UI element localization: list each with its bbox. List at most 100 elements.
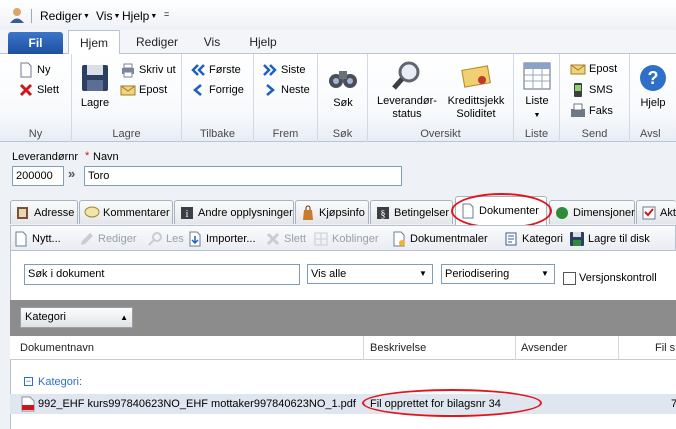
envelope-icon <box>570 64 586 75</box>
group-send: Epost SMS Faks Send <box>560 54 630 142</box>
quick-vis-menu[interactable]: Vis▼ <box>96 9 120 23</box>
leverandornr-input[interactable]: 200000 <box>12 166 64 186</box>
leverandorstatus-button[interactable]: Leverandør-status <box>372 60 442 121</box>
nav-arrows-icon[interactable]: » <box>68 166 75 181</box>
kredittsjekk-button[interactable]: Kredittsjekk Soliditet <box>442 60 510 121</box>
forste-button[interactable]: Første <box>190 60 241 80</box>
documents-toolbar: Nytt... Rediger Les Importer... Slett Ko… <box>10 225 676 251</box>
import-icon <box>189 231 201 247</box>
slett-doc-button[interactable]: Slett <box>265 230 306 248</box>
send-epost-button[interactable]: Epost <box>570 59 617 79</box>
les-button[interactable]: Les <box>147 230 184 248</box>
customize-qat-icon[interactable]: = <box>164 9 169 19</box>
tab-dimensjoner[interactable]: Dimensjoner <box>549 200 635 224</box>
magnifier-icon <box>392 61 420 90</box>
read-magnifier-icon <box>148 232 162 246</box>
user-icon[interactable] <box>8 6 26 24</box>
importer-button[interactable]: Importer... <box>187 230 256 248</box>
lagre-button[interactable]: Lagre <box>78 62 112 110</box>
shopping-bag-icon <box>303 205 313 220</box>
ribbon-tab-row: Fil Hjem Rediger Vis Hjelp <box>0 30 676 55</box>
send-faks-button[interactable]: Faks <box>570 101 613 121</box>
search-document-input[interactable]: Søk i dokument <box>24 264 300 285</box>
required-mark: * <box>85 150 90 162</box>
delete-x-icon <box>266 232 280 246</box>
lagre-til-disk-button[interactable]: Lagre til disk <box>569 230 650 248</box>
rediger-doc-button[interactable]: Rediger <box>79 230 137 248</box>
collapse-group-icon[interactable]: − <box>24 377 33 386</box>
certificate-icon <box>461 65 491 88</box>
save-disk-icon <box>570 232 584 246</box>
tab-aktiviteter[interactable]: Akti <box>636 200 676 224</box>
siste-button[interactable]: Siste <box>262 60 305 80</box>
tab-fil[interactable]: Fil <box>8 32 63 54</box>
liste-button[interactable]: Liste ▼ <box>518 60 556 122</box>
group-chip-kategori[interactable]: Kategori ▲ <box>20 307 133 328</box>
navn-label: Navn <box>93 151 119 163</box>
slett-button[interactable]: Slett <box>18 80 59 100</box>
envelope-icon <box>120 85 136 96</box>
group-lagre: Lagre Skriv ut Epost Lagre <box>72 54 182 142</box>
navn-input[interactable]: Toro <box>84 166 402 186</box>
nytt-button[interactable]: Nytt... <box>13 230 61 248</box>
help-question-icon: ? <box>640 65 666 91</box>
tab-kjopsinfo[interactable]: Kjøpsinfo <box>295 200 369 224</box>
pdf-file-icon <box>21 396 35 412</box>
section-sign-icon: § <box>377 206 389 220</box>
neste-button[interactable]: Neste <box>262 80 310 100</box>
hjelp-button[interactable]: ? Hjelp <box>634 62 672 110</box>
quick-rediger-menu[interactable]: Rediger▼ <box>40 9 90 23</box>
forrige-button[interactable]: Forrige <box>190 80 244 100</box>
delete-x-icon <box>19 83 33 97</box>
list-grid-icon <box>523 62 551 90</box>
activity-calendar-icon <box>642 206 656 219</box>
new-document-icon <box>15 231 27 247</box>
new-document-icon <box>20 62 32 78</box>
chevron-down-icon: ▼ <box>541 269 549 278</box>
ny-button[interactable]: Ny <box>18 60 50 80</box>
liste-dropdown-icon[interactable]: ▼ <box>534 112 541 119</box>
skriv-ut-button[interactable]: Skriv ut <box>120 60 176 80</box>
leverandornr-label: Leverandørnr <box>12 151 79 163</box>
quick-access-toolbar: Rediger▼ Vis▼ Hjelp▼ = <box>0 0 676 30</box>
sok-button[interactable]: Søk <box>324 62 362 110</box>
save-disk-icon <box>82 65 108 91</box>
group-oversikt: Leverandør-status Kredittsjekk Soliditet … <box>368 54 514 142</box>
tab-kommentarer[interactable]: Kommentarer <box>79 200 173 224</box>
col-dokumentnavn[interactable]: Dokumentnavn <box>20 342 94 354</box>
group-avsl: ? Hjelp Avsl <box>630 54 676 142</box>
tab-andre-opplysninger[interactable]: i Andre opplysninger <box>174 200 294 224</box>
tab-hjem[interactable]: Hjem <box>68 30 120 55</box>
template-document-icon <box>393 231 405 247</box>
edit-pencil-icon <box>81 233 93 245</box>
dokumentmaler-button[interactable]: Dokumentmaler <box>391 230 488 248</box>
quick-hjelp-menu[interactable]: Hjelp▼ <box>122 9 157 23</box>
category-icon <box>505 232 517 246</box>
info-icon: i <box>181 206 193 220</box>
tab-rediger[interactable]: Rediger <box>128 30 186 54</box>
tab-adresse[interactable]: Adresse <box>10 200 78 224</box>
tab-hjelp[interactable]: Hjelp <box>240 30 286 54</box>
chevron-right-icon <box>266 84 275 96</box>
versjonskontroll-checkbox[interactable] <box>563 272 576 285</box>
col-filstorrelse[interactable]: Fil s <box>655 342 675 354</box>
tab-betingelser[interactable]: § Betingelser <box>370 200 453 224</box>
vis-alle-select[interactable]: Vis alle ▼ <box>307 264 433 284</box>
col-avsender[interactable]: Avsender <box>521 342 567 354</box>
ribbon: Ny Slett Ny Lagre Skriv ut Epost Lagre F… <box>0 54 676 142</box>
chevron-down-icon: ▼ <box>419 269 427 278</box>
chevron-left-icon <box>193 84 202 96</box>
kategori-button[interactable]: Kategori <box>503 230 563 248</box>
address-book-icon <box>17 206 28 219</box>
grid-header-row <box>10 336 676 360</box>
sort-ascending-icon: ▲ <box>120 313 128 322</box>
koblinger-button[interactable]: Koblinger <box>313 230 378 248</box>
binoculars-icon <box>329 71 357 88</box>
link-grid-icon <box>314 232 328 246</box>
send-sms-button[interactable]: SMS <box>570 80 613 100</box>
col-beskrivelse[interactable]: Beskrivelse <box>370 342 426 354</box>
epost-button[interactable]: Epost <box>120 80 167 100</box>
periodisering-select[interactable]: Periodisering ▼ <box>441 264 555 284</box>
svg-text:i: i <box>186 209 189 220</box>
tab-vis[interactable]: Vis <box>192 30 232 54</box>
